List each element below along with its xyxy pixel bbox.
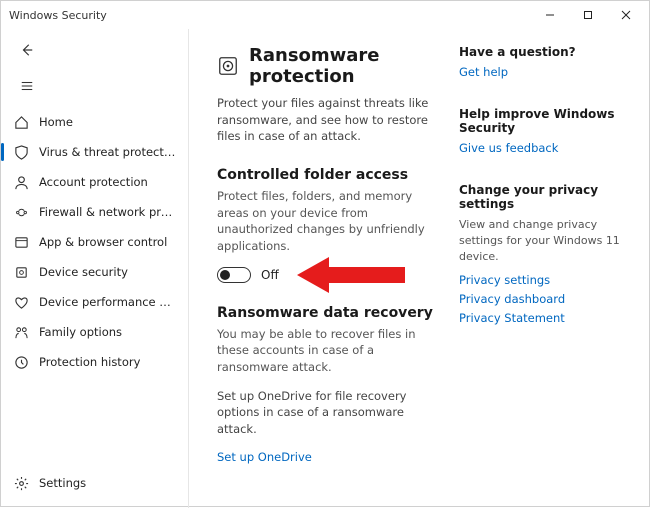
firewall-icon [13,204,29,220]
home-icon [13,114,29,130]
sidebar-item-family[interactable]: Family options [1,317,188,347]
app-browser-icon [13,234,29,250]
cfa-toggle[interactable] [217,267,251,283]
aside: Have a question? Get help Help improve W… [459,45,629,496]
sidebar-item-app-browser[interactable]: App & browser control [1,227,188,257]
sidebar-item-label: Protection history [39,355,140,369]
nav-list: Home Virus & threat protection Account p… [1,107,188,464]
sidebar-item-performance[interactable]: Device performance & health [1,287,188,317]
gear-icon [13,475,29,491]
heart-health-icon [13,294,29,310]
sidebar-item-label: Family options [39,325,122,339]
sidebar-item-label: Virus & threat protection [39,145,178,159]
annotation-arrow [297,253,407,300]
aside-question-title: Have a question? [459,45,629,59]
sidebar-item-device-security[interactable]: Device security [1,257,188,287]
get-help-link[interactable]: Get help [459,65,508,79]
aside-improve-title: Help improve Windows Security [459,107,629,135]
device-security-icon [13,264,29,280]
ransomware-icon [217,55,239,77]
recovery-desc: You may be able to recover files in thes… [217,326,437,376]
sidebar-item-virus-threat[interactable]: Virus & threat protection [1,137,188,167]
privacy-settings-link[interactable]: Privacy settings [459,273,629,287]
aside-privacy-desc: View and change privacy settings for you… [459,217,629,265]
cfa-toggle-row: Off [217,267,437,283]
menu-button[interactable] [11,71,43,101]
page-title: Ransomware protection [249,45,437,87]
feedback-link[interactable]: Give us feedback [459,141,558,155]
sidebar-item-home[interactable]: Home [1,107,188,137]
history-icon [13,354,29,370]
window-controls [531,1,645,29]
sidebar-item-label: Account protection [39,175,148,189]
sidebar-item-label: Home [39,115,73,129]
sidebar-item-settings[interactable]: Settings [1,468,188,498]
cfa-toggle-label: Off [261,268,279,282]
sidebar-item-label: Device security [39,265,128,279]
privacy-dashboard-link[interactable]: Privacy dashboard [459,292,629,306]
sidebar-item-label: Settings [39,476,86,490]
sidebar-item-history[interactable]: Protection history [1,347,188,377]
minimize-button[interactable] [531,1,569,29]
cfa-heading: Controlled folder access [217,167,437,183]
page-header: Ransomware protection [217,45,437,87]
account-icon [13,174,29,190]
window-title: Windows Security [9,9,531,22]
main-content: Ransomware protection Protect your files… [189,29,649,508]
shield-virus-icon [13,144,29,160]
sidebar-item-firewall[interactable]: Firewall & network protection [1,197,188,227]
onedrive-text: Set up OneDrive for file recovery option… [217,388,437,438]
setup-onedrive-link[interactable]: Set up OneDrive [217,450,312,464]
sidebar-item-label: Firewall & network protection [39,205,178,219]
recovery-heading: Ransomware data recovery [217,305,437,321]
sidebar: Home Virus & threat protection Account p… [1,29,189,508]
family-icon [13,324,29,340]
sidebar-item-label: App & browser control [39,235,167,249]
page-lead: Protect your files against threats like … [217,95,437,145]
title-bar: Windows Security [1,1,649,29]
maximize-button[interactable] [569,1,607,29]
close-button[interactable] [607,1,645,29]
aside-privacy-title: Change your privacy settings [459,183,629,211]
sidebar-item-label: Device performance & health [39,295,178,309]
sidebar-item-account[interactable]: Account protection [1,167,188,197]
cfa-desc: Protect files, folders, and memory areas… [217,188,437,255]
back-button[interactable] [11,35,43,65]
privacy-statement-link[interactable]: Privacy Statement [459,311,629,325]
